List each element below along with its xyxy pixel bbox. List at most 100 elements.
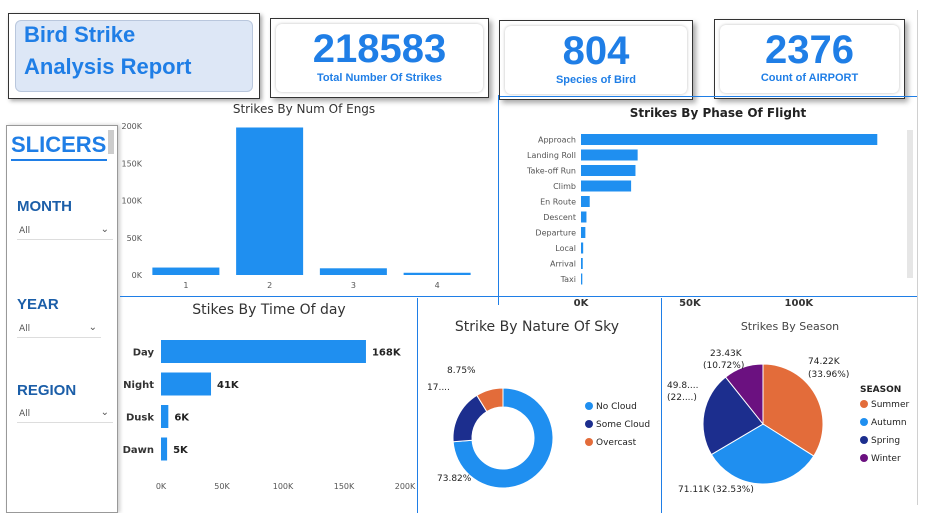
chevron-down-icon: ⌄ — [88, 322, 97, 333]
x-tick-label: 1 — [183, 281, 188, 290]
chart-strikes-by-engines: Strikes By Num Of Engs 0K 50K 100K 150K 200K… — [121, 102, 471, 290]
bar-phase-descent[interactable] — [581, 211, 587, 223]
bar-engines-4[interactable] — [403, 272, 471, 275]
category-label: Departure — [535, 229, 576, 238]
divider-top-right — [500, 96, 918, 97]
bar-phase-take-off-run[interactable] — [581, 165, 636, 176]
bar-phase-climb[interactable] — [581, 180, 632, 192]
bar-phase-departure[interactable] — [581, 227, 586, 238]
slice-label: 23.43K — [710, 349, 743, 359]
chart-strikes-by-sky: Strike By Nature Of Sky 73.82% 17.... 8.75… — [427, 319, 650, 489]
slice-label: 8.75% — [447, 366, 476, 376]
region-dropdown-value: All — [19, 409, 31, 419]
bar-time-dawn[interactable] — [161, 437, 168, 461]
slice-label: (33.96%) — [808, 370, 849, 380]
chart-title: Strikes By Season — [741, 320, 839, 333]
slice-label: 17.... — [427, 383, 450, 393]
category-label: Take-off Run — [526, 167, 576, 176]
data-label: 5K — [173, 445, 189, 456]
x-tick-label: 0K — [156, 482, 167, 491]
kpi-label-total-strikes: Total Number Of Strikes — [316, 72, 443, 84]
slice-label: (22....) — [667, 393, 697, 403]
bar-time-day[interactable] — [161, 340, 366, 363]
chevron-down-icon: ⌄ — [100, 407, 109, 418]
slice-label: 73.82% — [437, 474, 472, 484]
category-label: Dusk — [126, 413, 154, 424]
month-dropdown[interactable]: All ⌄ — [17, 223, 113, 240]
report-title-line1: Bird Strike — [24, 22, 136, 47]
legend-marker — [860, 454, 868, 462]
report-title-line2: Analysis Report — [24, 54, 192, 79]
bar-phase-en-route[interactable] — [581, 196, 590, 207]
slice-label: 49.8.... — [667, 381, 698, 391]
category-label: Descent — [543, 213, 576, 222]
x-tick-label: 100K — [273, 482, 294, 491]
kpi-card-airports: 2376 Count of AIRPORT — [714, 19, 905, 99]
slicer-title-underline — [11, 159, 107, 161]
slice-label: (10.72%) — [703, 361, 744, 371]
bar-time-dusk[interactable] — [161, 405, 169, 428]
legend-label: Some Cloud — [596, 420, 650, 430]
legend-marker — [585, 402, 593, 410]
category-label: En Route — [540, 198, 576, 207]
bar-phase-approach[interactable] — [581, 134, 878, 145]
legend-marker — [860, 436, 868, 444]
y-tick-label: 50K — [127, 234, 143, 243]
legend-label: Overcast — [596, 438, 637, 448]
data-label: 168K — [372, 348, 402, 359]
chart-title: Stikes By Time Of day — [192, 302, 345, 318]
slice-label: 71.11K (32.53%) — [678, 485, 754, 495]
legend-label: No Cloud — [596, 402, 637, 412]
year-dropdown[interactable]: All ⌄ — [17, 321, 101, 338]
region-dropdown[interactable]: All ⌄ — [17, 406, 113, 423]
category-label: Taxi — [560, 275, 576, 284]
month-dropdown-value: All — [19, 226, 31, 236]
legend-marker — [585, 438, 593, 446]
x-tick-label: 2 — [267, 281, 272, 290]
legend-marker — [860, 400, 868, 408]
chart-strikes-by-time: Stikes By Time Of day Day Night Dusk Dawn 1… — [123, 302, 416, 491]
y-tick-label: 200K — [121, 122, 142, 131]
bar-engines-2[interactable] — [236, 127, 304, 276]
chart-title: Strike By Nature Of Sky — [455, 319, 619, 335]
category-label: Local — [555, 244, 576, 253]
category-label: Landing Roll — [527, 151, 576, 160]
report-title-card: Bird Strike Analysis Report — [8, 13, 260, 99]
data-label: 41K — [217, 380, 240, 391]
y-tick-label: 100K — [121, 197, 142, 206]
kpi-value-airports: 2376 — [765, 28, 854, 72]
legend-label: Autumn — [871, 418, 907, 428]
kpi-card-species: 804 Species of Bird — [499, 20, 693, 100]
chevron-down-icon: ⌄ — [100, 224, 109, 235]
bar-phase-taxi[interactable] — [581, 273, 583, 285]
slice-label: 74.22K — [808, 357, 841, 367]
legend-label: Winter — [871, 454, 901, 464]
legend-marker — [860, 418, 868, 426]
category-label: Arrival — [550, 260, 576, 269]
legend-label: Summer — [871, 400, 909, 410]
category-label: Day — [133, 348, 155, 359]
bar-engines-1[interactable] — [152, 267, 220, 275]
legend-marker — [585, 420, 593, 428]
bar-phase-arrival[interactable] — [581, 258, 583, 269]
bar-engines-3[interactable] — [319, 268, 387, 275]
legend-title: SEASON — [860, 385, 901, 395]
legend-label: Spring — [871, 436, 900, 446]
slicer-panel-title: SLICERS — [11, 132, 107, 157]
bar-phase-local[interactable] — [581, 242, 584, 254]
category-label: Climb — [553, 182, 576, 191]
divider-vertical-bottom-1 — [417, 298, 418, 513]
chart-title: Strikes By Phase Of Flight — [630, 106, 807, 120]
slicer-label-region: REGION — [17, 382, 77, 399]
bar-phase-landing-roll[interactable] — [581, 149, 638, 161]
bar-time-night[interactable] — [161, 372, 212, 396]
category-label: Approach — [538, 136, 576, 145]
x-tick-label: 150K — [334, 482, 355, 491]
kpi-label-airports: Count of AIRPORT — [760, 72, 859, 84]
y-tick-label: 150K — [121, 159, 142, 168]
x-tick-label: 4 — [435, 281, 440, 290]
slicer-scrollbar[interactable] — [108, 130, 114, 154]
chart-scrollbar[interactable] — [907, 130, 913, 278]
y-tick-label: 0K — [132, 271, 143, 280]
category-label: Dawn — [123, 445, 154, 456]
